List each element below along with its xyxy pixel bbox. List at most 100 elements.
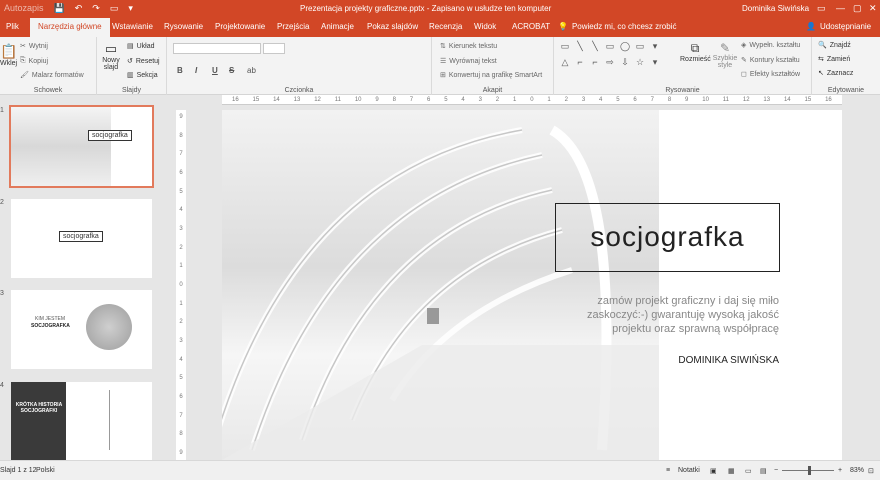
- ruler-tick: 8: [667, 97, 672, 103]
- font-size-field[interactable]: [263, 43, 285, 54]
- shape-outline-button[interactable]: ✎ Kontury kształtu: [741, 56, 800, 65]
- customize-qat-icon[interactable]: ▾: [128, 3, 133, 14]
- undo-icon[interactable]: ↶: [75, 3, 83, 14]
- slide-thumbnail-1[interactable]: socjografka: [9, 105, 154, 188]
- quick-styles-button[interactable]: ✎ Szybkie style: [712, 41, 738, 69]
- tab-insert[interactable]: Wstawianie: [112, 22, 153, 31]
- reading-view-icon[interactable]: ▭: [745, 467, 752, 475]
- tab-draw[interactable]: Rysowanie: [164, 22, 203, 31]
- close-icon[interactable]: ✕: [869, 3, 877, 14]
- normal-view-icon[interactable]: ▣: [710, 467, 717, 475]
- paste-button[interactable]: 📋 Wklej: [0, 43, 17, 67]
- effects-icon: ◻: [741, 71, 747, 78]
- shape-arrow-down-icon[interactable]: ⇩: [618, 57, 632, 72]
- notes-button[interactable]: Notatki: [678, 467, 700, 474]
- format-painter-button[interactable]: 🖌 Malarz formatów: [20, 71, 84, 80]
- tab-view[interactable]: Widok: [474, 22, 496, 31]
- zoom-level[interactable]: 83%: [850, 467, 864, 474]
- shape-line-icon[interactable]: ╲: [573, 41, 587, 56]
- align-text-button[interactable]: ☰ Wyrównaj tekst: [440, 57, 497, 66]
- maximize-icon[interactable]: ▢: [853, 3, 862, 14]
- cut-button[interactable]: ✂ Wytnij: [20, 42, 48, 51]
- new-slide-button[interactable]: ▭ Nowy slajd: [100, 41, 122, 71]
- tab-slideshow[interactable]: Pokaz slajdów: [367, 22, 418, 31]
- tab-review[interactable]: Recenzja: [429, 22, 462, 31]
- replace-button[interactable]: ⇆ Zamień: [818, 55, 851, 64]
- slide-sorter-icon[interactable]: ▦: [728, 467, 735, 475]
- shadow-button[interactable]: ab: [247, 66, 256, 75]
- tab-transitions[interactable]: Przejścia: [277, 22, 309, 31]
- layout-button[interactable]: ▤ Układ: [127, 42, 155, 51]
- slide-thumbnail-4[interactable]: KRÓTKA HISTORIA SOCJOGRAFKI: [11, 382, 152, 460]
- thumbnail-heading: KIM JESTEM: [35, 316, 66, 322]
- section-button[interactable]: ▥ Sekcja: [127, 71, 158, 80]
- save-icon[interactable]: 💾: [54, 3, 65, 14]
- strikethrough-button[interactable]: S: [229, 66, 234, 75]
- ruler-tick: 2: [564, 97, 568, 103]
- zoom-slider-thumb[interactable]: [808, 466, 811, 475]
- zoom-in-icon[interactable]: +: [838, 467, 842, 474]
- search-icon: 🔍: [818, 42, 827, 49]
- shape-line-2-icon[interactable]: ╲: [588, 41, 602, 56]
- autosave-toggle[interactable]: Autozapis: [4, 3, 44, 14]
- slide-canvas[interactable]: socjografka zamów projekt graficzny i da…: [222, 110, 842, 460]
- user-name[interactable]: Dominika Siwińska: [742, 4, 809, 13]
- find-button[interactable]: 🔍 Znajdź: [818, 41, 851, 50]
- shape-fill-button[interactable]: ◈ Wypełn. kształtu: [741, 41, 800, 50]
- slide-thumbnail-2[interactable]: socjografka: [11, 199, 152, 278]
- tab-acrobat[interactable]: ACROBAT: [512, 22, 550, 31]
- shape-connector-icon[interactable]: ⌐: [573, 57, 587, 72]
- architecture-photo[interactable]: [222, 110, 659, 460]
- ruler-tick: 1: [179, 300, 183, 307]
- shape-triangle-icon[interactable]: △: [558, 57, 572, 72]
- shape-connector-2-icon[interactable]: ⌐: [588, 57, 602, 72]
- tab-file[interactable]: Plik: [6, 22, 19, 31]
- slide-tagline[interactable]: zamów projekt graficzny i daj się miło z…: [575, 294, 779, 336]
- underline-button[interactable]: U: [212, 66, 218, 75]
- shapes-gallery[interactable]: ▭ ╲ ╲ ▭ ◯ ▭ ▾ △ ⌐ ⌐ ⇨ ⇩ ☆ ▾: [558, 41, 662, 75]
- redo-icon[interactable]: ↷: [92, 3, 100, 14]
- reset-button[interactable]: ↺ Resetuj: [127, 57, 160, 66]
- ribbon-tabs: Plik Narzędzia główne Wstawianie Rysowan…: [0, 18, 880, 37]
- fit-to-window-icon[interactable]: ⊡: [868, 467, 874, 475]
- shapes-expand-icon[interactable]: ▾: [648, 57, 662, 72]
- tell-me-box[interactable]: 💡 Powiedz mi, co chcesz zrobić: [558, 22, 676, 31]
- smartart-button[interactable]: ⊞ Konwertuj na grafikę SmartArt: [440, 71, 543, 80]
- author-name[interactable]: DOMINIKA SIWIŃSKA: [622, 355, 779, 366]
- ruler-tick: 4: [179, 356, 183, 363]
- shape-effects-button[interactable]: ◻ Efekty kształtów: [741, 70, 800, 79]
- shape-rect-2-icon[interactable]: ▭: [603, 41, 617, 56]
- text-direction-button[interactable]: ⇅ Kierunek tekstu: [440, 42, 497, 51]
- ruler-tick: 16: [825, 97, 832, 103]
- italic-button[interactable]: I: [195, 66, 197, 75]
- shape-rectangle-icon[interactable]: ▭: [558, 41, 572, 56]
- slideshow-icon[interactable]: ▤: [760, 467, 767, 475]
- tab-design[interactable]: Projektowanie: [215, 22, 265, 31]
- zoom-out-icon[interactable]: −: [774, 467, 778, 474]
- present-icon[interactable]: ▭: [110, 3, 119, 14]
- tab-animations[interactable]: Animacje: [321, 22, 354, 31]
- replace-label: Zamień: [826, 55, 851, 63]
- select-button[interactable]: ↖ Zaznacz: [818, 69, 853, 78]
- shapes-more-icon[interactable]: ▾: [648, 41, 662, 56]
- shape-arrow-right-icon[interactable]: ⇨: [603, 57, 617, 72]
- arrange-button[interactable]: ⧉ Rozmieść: [680, 41, 711, 63]
- shape-star-icon[interactable]: ☆: [633, 57, 647, 72]
- bold-button[interactable]: B: [177, 66, 183, 75]
- font-name-field[interactable]: [173, 43, 261, 54]
- tab-home[interactable]: Narzędzia główne: [30, 18, 110, 37]
- shape-rounded-rect-icon[interactable]: ▭: [633, 41, 647, 56]
- shape-oval-icon[interactable]: ◯: [618, 41, 632, 56]
- tagline-line-2: zaskoczyć:-) gwarantuję wysoką jakość: [587, 309, 779, 321]
- minimize-icon[interactable]: —: [836, 3, 845, 13]
- thumbnail-logo: socjografka: [59, 231, 103, 242]
- ribbon-display-icon[interactable]: ▭: [817, 3, 826, 14]
- language-indicator[interactable]: Polski: [36, 467, 55, 474]
- ruler-tick: 5: [179, 188, 183, 195]
- share-button[interactable]: 👤 Udostępnianie: [806, 22, 871, 31]
- smartart-label: Konwertuj na grafikę SmartArt: [448, 71, 543, 79]
- copy-button[interactable]: ⎘ Kopiuj: [20, 57, 48, 65]
- logo-frame[interactable]: socjografka: [555, 203, 780, 272]
- ruler-tick: 8: [392, 97, 396, 103]
- slide-thumbnail-3[interactable]: KIM JESTEM SOCJOGRAFKA: [11, 290, 152, 369]
